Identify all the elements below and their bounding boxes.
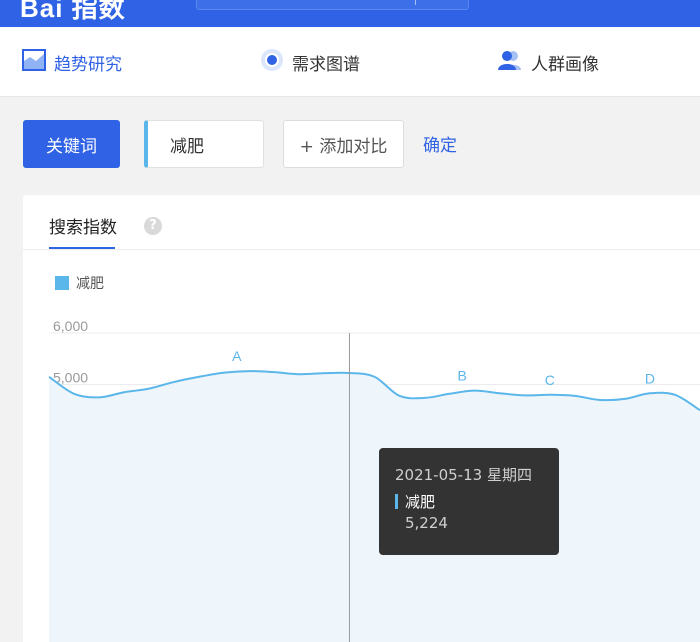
search-index-chart[interactable]: 1,0002,0003,0004,0005,0006,000ABCD: [0, 0, 700, 642]
tooltip-value: 5,224: [405, 514, 448, 532]
annotation-label: D: [645, 370, 655, 386]
annotation-label: A: [232, 348, 242, 364]
y-tick-label: 6,000: [53, 318, 88, 334]
annotation-label: B: [457, 368, 466, 384]
annotation-label: C: [545, 372, 555, 388]
tooltip-date: 2021-05-13 星期四: [395, 466, 532, 484]
tooltip-series-name: 减肥: [405, 493, 436, 511]
tooltip-series: 减肥: [395, 491, 435, 512]
chart-tooltip: 2021-05-13 星期四 减肥 5,224: [379, 448, 559, 555]
series-area: [49, 371, 700, 642]
tooltip-series-marker: [395, 494, 398, 509]
